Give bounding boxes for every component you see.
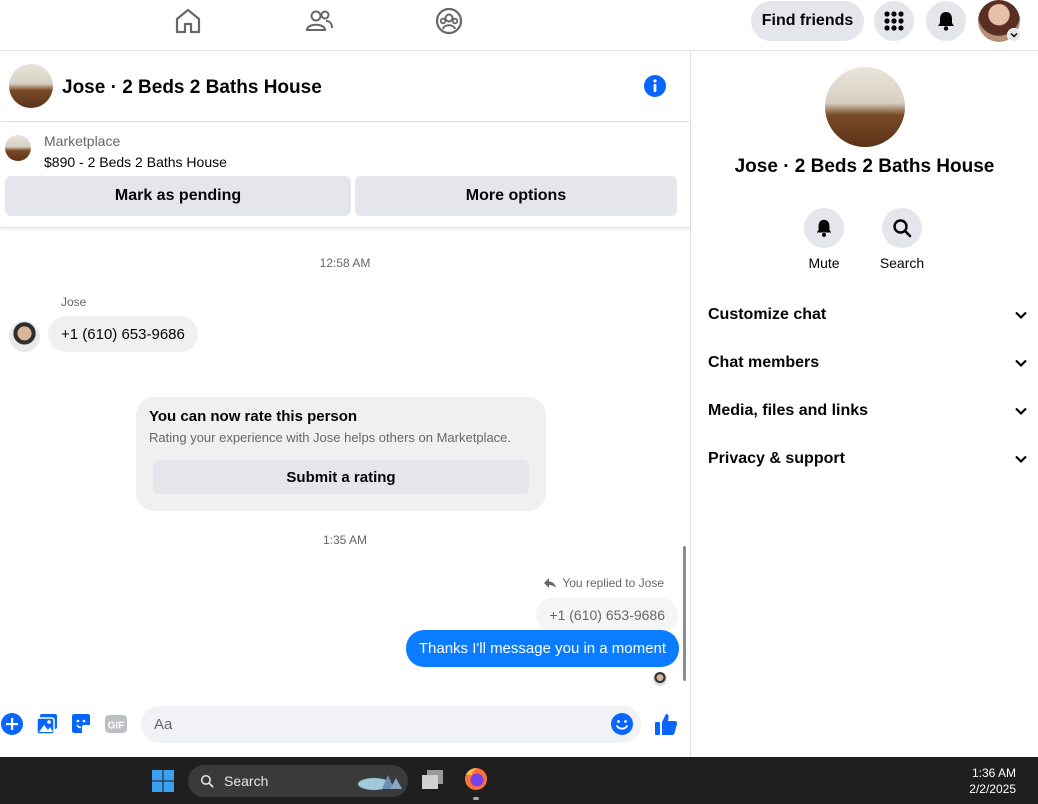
photo-icon[interactable] (35, 712, 59, 736)
mark-as-pending-button[interactable]: Mark as pending (5, 176, 351, 216)
taskbar-search[interactable]: Search (188, 765, 408, 797)
clock-date: 2/2/2025 (969, 782, 1016, 796)
chat-pane: Jose · 2 Beds 2 Baths House Marketplace … (0, 52, 690, 757)
friends-icon[interactable] (304, 6, 334, 36)
outgoing-message[interactable]: Thanks I'll message you in a moment (405, 630, 679, 667)
reply-icon (544, 578, 557, 588)
search-highlight-icon (358, 775, 402, 790)
chat-header: Jose · 2 Beds 2 Baths House (0, 52, 690, 122)
chevron-down-icon (1010, 32, 1018, 38)
details-thumbnail[interactable] (825, 67, 905, 147)
section-chat-members[interactable]: Chat members (708, 339, 1028, 387)
sticker-icon[interactable] (69, 712, 93, 736)
system-clock[interactable]: 1:36 AM 2/2/2025 (969, 765, 1016, 797)
plus-icon[interactable] (0, 712, 24, 736)
search-icon (893, 219, 912, 238)
message-composer: GIF (0, 704, 690, 752)
rating-prompt-card: You can now rate this person Rating your… (136, 397, 546, 511)
seen-indicator-avatar (653, 672, 667, 686)
marketplace-listing-bar: Marketplace $890 - 2 Beds 2 Baths House … (0, 123, 690, 228)
listing-title[interactable]: $890 - 2 Beds 2 Baths House (44, 154, 227, 170)
svg-text:GIF: GIF (108, 721, 125, 732)
reply-indicator: You replied to Jose (543, 576, 664, 590)
section-label: Chat members (708, 354, 820, 371)
search-conversation-button[interactable]: Search (872, 208, 932, 271)
bell-icon (816, 219, 832, 237)
sender-avatar[interactable] (9, 321, 40, 352)
chevron-down-icon (1015, 359, 1027, 368)
marketplace-label: Marketplace (44, 133, 121, 149)
section-label: Privacy & support (708, 450, 845, 467)
timestamp: 1:35 AM (322, 533, 368, 547)
account-menu-button[interactable] (1007, 28, 1021, 42)
details-title: Jose · 2 Beds 2 Baths House (734, 156, 995, 177)
mute-button[interactable]: Mute (794, 208, 854, 271)
gif-icon[interactable]: GIF (104, 712, 128, 736)
taskbar-search-label: Search (224, 773, 269, 789)
timestamp: 12:58 AM (319, 256, 371, 270)
scrollbar[interactable] (683, 546, 686, 681)
chevron-down-icon (1015, 311, 1027, 320)
clock-time: 1:36 AM (971, 766, 1016, 780)
quoted-message[interactable]: +1 (610) 653-9686 (536, 598, 678, 632)
more-options-button[interactable]: More options (355, 176, 677, 216)
task-view-icon[interactable] (420, 768, 446, 792)
section-label: Customize chat (708, 306, 827, 323)
section-label: Media, files and links (708, 402, 869, 419)
like-icon[interactable] (653, 711, 679, 737)
firefox-icon[interactable] (463, 766, 489, 792)
incoming-message[interactable]: +1 (610) 653-9686 (48, 316, 198, 352)
rating-title: You can now rate this person (149, 408, 358, 425)
rating-description: Rating your experience with Jose helps o… (149, 430, 512, 445)
active-app-indicator (473, 797, 479, 800)
groups-icon[interactable] (434, 6, 464, 36)
listing-thumbnail[interactable] (5, 135, 31, 161)
apps-menu-button[interactable] (874, 1, 914, 41)
windows-icon[interactable] (151, 769, 175, 793)
conversation-details-panel: Jose · 2 Beds 2 Baths House Mute Search … (691, 52, 1038, 757)
emoji-icon[interactable] (610, 712, 634, 736)
chevron-down-icon (1015, 455, 1027, 464)
conversation-thumbnail[interactable] (9, 64, 53, 108)
sender-name: Jose (61, 295, 87, 309)
section-media-files-links[interactable]: Media, files and links (708, 387, 1028, 435)
bell-icon (938, 12, 954, 31)
notifications-button[interactable] (926, 1, 966, 41)
find-friends-button[interactable]: Find friends (751, 1, 864, 41)
home-icon[interactable] (173, 6, 203, 36)
message-input[interactable] (141, 706, 641, 743)
chevron-down-icon (1015, 407, 1027, 416)
section-customize-chat[interactable]: Customize chat (708, 291, 1028, 339)
top-navigation-bar: Find friends (0, 0, 1038, 51)
submit-rating-button[interactable]: Submit a rating (153, 460, 529, 494)
search-label: Search (879, 255, 925, 271)
reply-note-text: You replied to Jose (562, 576, 664, 590)
windows-taskbar: Search 1:36 AM 2/2/2025 (0, 757, 1038, 804)
search-icon (200, 774, 214, 788)
mute-label: Mute (808, 255, 840, 271)
apps-grid-icon (884, 11, 904, 31)
info-icon[interactable] (643, 74, 667, 98)
section-privacy-support[interactable]: Privacy & support (708, 435, 1028, 483)
conversation-title[interactable]: Jose · 2 Beds 2 Baths House (62, 77, 322, 99)
